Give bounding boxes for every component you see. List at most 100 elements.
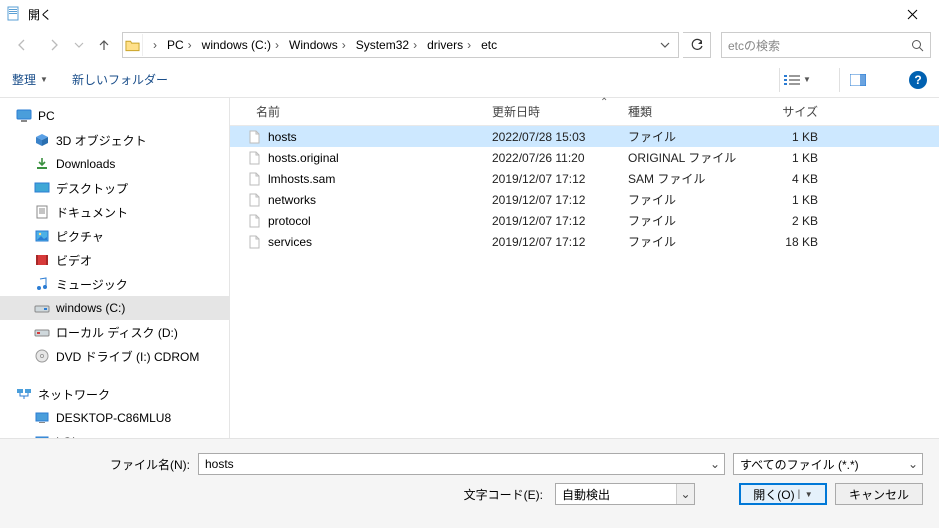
file-name: services <box>268 235 312 249</box>
file-icon <box>246 192 262 208</box>
titlebar: 開く <box>0 0 939 28</box>
table-row[interactable]: protocol 2019/12/07 17:12ファイル2 KB <box>230 210 939 231</box>
chevron-down-icon[interactable]: ⌄ <box>904 454 922 474</box>
cancel-button[interactable]: キャンセル <box>835 483 923 505</box>
view-mode-button[interactable]: ▼ <box>779 68 815 92</box>
chevron-down-icon[interactable]: ⌄ <box>676 484 694 504</box>
table-row[interactable]: networks2019/12/07 17:12ファイル1 KB <box>230 189 939 210</box>
folder-icon <box>125 34 143 56</box>
preview-pane-button[interactable] <box>839 68 875 92</box>
table-row[interactable]: hosts2022/07/28 15:03ファイル1 KB <box>230 126 939 147</box>
drive-icon <box>34 324 50 340</box>
file-name: hosts <box>268 130 297 144</box>
file-size: 1 KB <box>748 151 838 165</box>
file-name: lmhosts.sam <box>268 172 335 186</box>
picture-icon <box>34 228 50 244</box>
network-icon <box>16 386 32 402</box>
crumb-c[interactable]: windows (C:)› <box>196 33 283 57</box>
file-name: networks <box>268 193 316 207</box>
col-size[interactable]: サイズ <box>748 103 838 120</box>
nav-back[interactable] <box>8 31 36 59</box>
sidebar-item-videos[interactable]: ビデオ <box>0 248 229 272</box>
filename-label: ファイル名(N): <box>0 456 190 473</box>
chevron-down-icon[interactable]: ⌄ <box>706 454 724 474</box>
file-area: ⌃ 名前 更新日時 種類 サイズ hosts 2022/07/28 15:03 ファ… <box>230 98 939 438</box>
organize-menu[interactable]: 整理▼ <box>12 71 48 88</box>
help-button[interactable]: ? <box>909 71 927 89</box>
file-type: ORIGINAL ファイル <box>628 149 748 166</box>
sidebar-item-documents[interactable]: ドキュメント <box>0 200 229 224</box>
column-headers: ⌃ 名前 更新日時 種類 サイズ <box>230 98 939 126</box>
split-chevron-icon: ▏▼ <box>799 490 813 499</box>
music-icon <box>34 276 50 292</box>
document-icon <box>34 204 50 220</box>
sidebar-item-music[interactable]: ミュージック <box>0 272 229 296</box>
file-icon <box>246 234 262 250</box>
drive-icon <box>34 300 50 316</box>
file-icon <box>246 213 262 229</box>
crumb-sep-root[interactable]: › <box>143 33 161 57</box>
cube-icon <box>34 132 50 148</box>
sidebar-item-desktop[interactable]: デスクトップ <box>0 176 229 200</box>
new-folder-button[interactable]: 新しいフォルダー <box>72 71 168 88</box>
file-icon <box>246 171 262 187</box>
table-row[interactable]: hosts.original 2022/07/26 11:20ORIGINAL フ… <box>230 147 939 168</box>
open-button[interactable]: 開く(O) ▏▼ <box>739 483 827 505</box>
sidebar-item-net-lgl[interactable]: LGL <box>0 430 229 438</box>
file-size: 4 KB <box>748 172 838 186</box>
computer-icon <box>34 410 50 426</box>
desktop-icon <box>34 180 50 196</box>
col-type[interactable]: 種類 <box>628 103 748 120</box>
nav-up[interactable] <box>90 31 118 59</box>
file-size: 18 KB <box>748 235 838 249</box>
file-name: protocol <box>268 214 311 228</box>
sidebar-item-3d[interactable]: 3D オブジェクト <box>0 128 229 152</box>
crumb-drivers[interactable]: drivers› <box>421 33 475 57</box>
table-row[interactable]: lmhosts.sam 2019/12/07 17:12SAM ファイル4 KB <box>230 168 939 189</box>
filename-input[interactable]: hosts ⌄ <box>198 453 725 475</box>
file-size: 2 KB <box>748 214 838 228</box>
encoding-select[interactable]: 自動検出 ⌄ <box>555 483 695 505</box>
file-date: 2022/07/26 11:20 <box>492 151 628 165</box>
window-title: 開く <box>28 6 889 23</box>
crumb-system32[interactable]: System32› <box>350 33 421 57</box>
filetype-filter[interactable]: すべてのファイル (*.*) ⌄ <box>733 453 923 475</box>
video-icon <box>34 252 50 268</box>
crumb-windows[interactable]: Windows› <box>283 33 350 57</box>
refresh-button[interactable] <box>683 32 711 58</box>
sidebar-item-pc[interactable]: PC <box>0 104 229 128</box>
file-date: 2022/07/28 15:03 <box>492 130 628 144</box>
sidebar-item-c-drive[interactable]: windows (C:) <box>0 296 229 320</box>
file-type: ファイル <box>628 191 748 208</box>
table-row[interactable]: services2019/12/07 17:12ファイル18 KB <box>230 231 939 252</box>
file-size: 1 KB <box>748 130 838 144</box>
close-button[interactable] <box>889 0 935 28</box>
sidebar-item-dvd[interactable]: DVD ドライブ (I:) CDROM <box>0 344 229 368</box>
sidebar-item-downloads[interactable]: Downloads <box>0 152 229 176</box>
file-icon <box>246 129 262 145</box>
app-icon <box>6 6 22 22</box>
sidebar-item-pictures[interactable]: ピクチャ <box>0 224 229 248</box>
file-date: 2019/12/07 17:12 <box>492 193 628 207</box>
search-input[interactable]: etcの検索 <box>721 32 931 58</box>
breadcrumb[interactable]: › PC› windows (C:)› Windows› System32› d… <box>122 32 679 58</box>
file-type: SAM ファイル <box>628 170 748 187</box>
file-type: ファイル <box>628 212 748 229</box>
breadcrumb-history[interactable] <box>654 40 676 50</box>
nav-recent[interactable] <box>72 31 86 59</box>
nav-forward[interactable] <box>40 31 68 59</box>
crumb-pc[interactable]: PC› <box>161 33 196 57</box>
computer-icon <box>34 434 50 438</box>
file-name: hosts.original <box>268 151 339 165</box>
sidebar-item-network[interactable]: ネットワーク <box>0 382 229 406</box>
sidebar-item-d-drive[interactable]: ローカル ディスク (D:) <box>0 320 229 344</box>
file-date: 2019/12/07 17:12 <box>492 235 628 249</box>
file-rows: hosts2022/07/28 15:03ファイル1 KBhosts.origi… <box>230 126 939 252</box>
disc-icon <box>34 348 50 364</box>
sidebar-item-net-desktop[interactable]: DESKTOP-C86MLU8 <box>0 406 229 430</box>
col-name[interactable]: 名前 <box>246 103 492 120</box>
file-date: 2019/12/07 17:12 <box>492 214 628 228</box>
sort-indicator-icon: ⌃ <box>600 97 608 108</box>
crumb-etc[interactable]: etc <box>475 33 501 57</box>
file-date: 2019/12/07 17:12 <box>492 172 628 186</box>
